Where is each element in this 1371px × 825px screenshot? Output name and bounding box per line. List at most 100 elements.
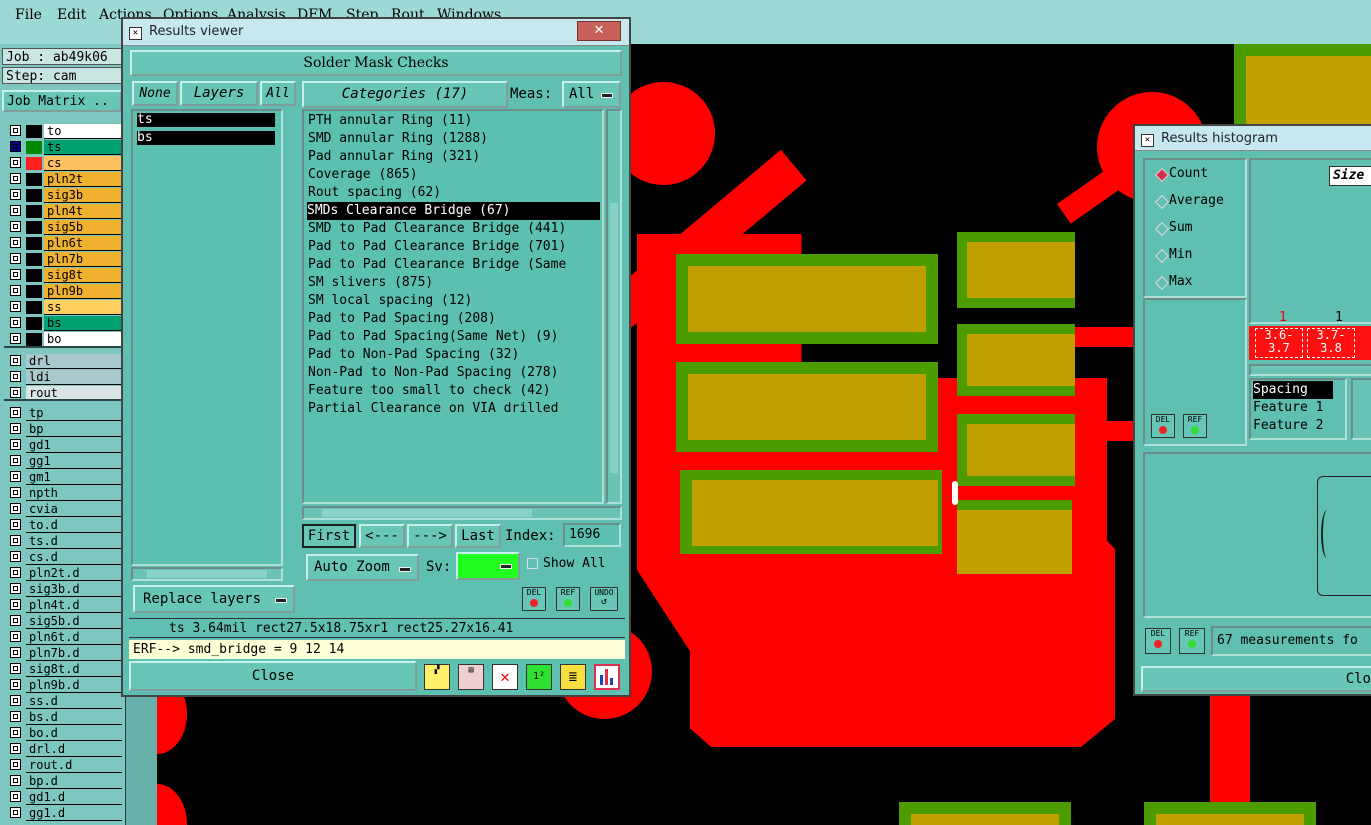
- layer-name[interactable]: ts.d: [26, 534, 122, 549]
- layer-name[interactable]: cs: [44, 156, 122, 171]
- layer-checkbox[interactable]: [10, 743, 21, 754]
- layer-row[interactable]: bp: [6, 422, 122, 437]
- layer-name[interactable]: rout.d: [26, 758, 122, 773]
- first-button[interactable]: First: [302, 524, 356, 548]
- notes-icon[interactable]: ≣: [560, 664, 586, 690]
- layer-checkbox[interactable]: [10, 269, 21, 280]
- erf-off-icon[interactable]: ✕: [492, 664, 518, 690]
- layer-checkbox[interactable]: [10, 647, 21, 658]
- layer-checkbox[interactable]: [10, 333, 21, 344]
- layer-checkbox[interactable]: [10, 471, 21, 482]
- layer-name[interactable]: bp.d: [26, 774, 122, 789]
- layer-name[interactable]: to: [44, 124, 122, 139]
- layer-name[interactable]: pln4t.d: [26, 598, 122, 613]
- layer-row[interactable]: pln6t: [6, 236, 122, 251]
- layer-row[interactable]: sig5b.d: [6, 614, 122, 629]
- layer-list-item[interactable]: bs: [137, 131, 275, 145]
- layer-checkbox[interactable]: [10, 775, 21, 786]
- category-list[interactable]: PTH annular Ring (11) SMD annular Ring (1…: [302, 109, 604, 504]
- bin-label[interactable]: 3.7- 3.8: [1307, 328, 1355, 358]
- scroll-thumb[interactable]: [147, 570, 267, 578]
- layer-checkbox[interactable]: [10, 189, 21, 200]
- layer-name[interactable]: to.d: [26, 518, 122, 533]
- category-item[interactable]: SM slivers (875): [308, 274, 433, 292]
- category-item[interactable]: Pad to Pad Clearance Bridge (Same: [308, 256, 566, 274]
- delete-button[interactable]: DEL: [522, 587, 546, 611]
- layer-row[interactable]: gd1: [6, 438, 122, 453]
- layer-row[interactable]: bs.d: [6, 710, 122, 725]
- check-set-header[interactable]: Solder Mask Checks: [130, 50, 622, 76]
- layer-checkbox[interactable]: [10, 423, 21, 434]
- histogram-bins[interactable]: 3.6- 3.7 3.7- 3.8: [1249, 326, 1371, 360]
- layer-name[interactable]: pln2t: [44, 172, 122, 187]
- layer-name[interactable]: sig3b.d: [26, 582, 122, 597]
- layer-color-swatch[interactable]: [26, 301, 42, 314]
- layer-color-swatch[interactable]: [26, 125, 42, 138]
- category-item[interactable]: Coverage (865): [308, 166, 418, 184]
- layer-row[interactable]: sig5b: [6, 220, 122, 235]
- layer-checkbox[interactable]: [10, 205, 21, 216]
- layer-checkbox[interactable]: [10, 301, 21, 312]
- layer-name[interactable]: bs: [44, 316, 122, 331]
- layer-name[interactable]: sig5b.d: [26, 614, 122, 629]
- all-button[interactable]: All: [260, 81, 296, 106]
- last-button[interactable]: Last: [455, 524, 501, 548]
- layer-checkbox[interactable]: [10, 519, 21, 530]
- layer-checkbox[interactable]: [10, 173, 21, 184]
- layer-checkbox[interactable]: [10, 711, 21, 722]
- job-matrix-button[interactable]: Job Matrix ..: [2, 90, 122, 112]
- layer-checkbox[interactable]: [10, 695, 21, 706]
- refresh-button[interactable]: REF: [1179, 628, 1205, 654]
- layer-name[interactable]: bo.d: [26, 726, 122, 741]
- menu-edit[interactable]: Edit: [57, 7, 86, 23]
- scroll-thumb[interactable]: [610, 203, 618, 473]
- layer-row[interactable]: cvia: [6, 502, 122, 517]
- layer-row[interactable]: sig3b.d: [6, 582, 122, 597]
- layer-row[interactable]: pln9b.d: [6, 678, 122, 693]
- category-item[interactable]: SMDs Clearance Bridge (67): [307, 202, 600, 220]
- category-item[interactable]: SMD annular Ring (1288): [308, 130, 488, 148]
- category-item[interactable]: Pad to Pad Clearance Bridge (701): [308, 238, 566, 256]
- layers-button[interactable]: Layers: [180, 81, 258, 106]
- layer-name[interactable]: gg1: [26, 454, 122, 469]
- prev-button[interactable]: <---: [359, 524, 405, 548]
- category-list-vscrollbar[interactable]: [606, 109, 622, 504]
- layer-row[interactable]: bs: [6, 316, 122, 331]
- next-button[interactable]: --->: [407, 524, 453, 548]
- layer-name[interactable]: pln9b.d: [26, 678, 122, 693]
- categories-button[interactable]: Categories (17): [302, 81, 508, 108]
- scroll-thumb[interactable]: [322, 509, 532, 517]
- bin-label[interactable]: 3.6- 3.7: [1255, 328, 1303, 358]
- field-list[interactable]: Spacing Feature 1 Feature 2: [1249, 378, 1347, 440]
- layer-checkbox[interactable]: [10, 791, 21, 802]
- layer-checkbox[interactable]: [10, 439, 21, 450]
- layer-checkbox[interactable]: [10, 125, 21, 136]
- layer-list-item[interactable]: ts: [137, 113, 275, 127]
- layer-row[interactable]: ts: [6, 140, 122, 155]
- layer-checkbox[interactable]: [10, 407, 21, 418]
- layer-name[interactable]: gg1.d: [26, 806, 122, 821]
- layer-checkbox[interactable]: [10, 599, 21, 610]
- layer-name[interactable]: drl.d: [26, 742, 122, 757]
- layer-checkbox[interactable]: [10, 503, 21, 514]
- field-list-vscrollbar[interactable]: [1351, 378, 1371, 440]
- layer-color-swatch[interactable]: [26, 333, 42, 346]
- layer-name[interactable]: cs.d: [26, 550, 122, 565]
- layer-name[interactable]: pln7b: [44, 252, 122, 267]
- index-input[interactable]: 1696: [563, 523, 621, 547]
- close-button[interactable]: Clo: [1141, 666, 1371, 692]
- layer-name[interactable]: bp: [26, 422, 122, 437]
- layer-checkbox[interactable]: [10, 727, 21, 738]
- layer-color-swatch[interactable]: [26, 285, 42, 298]
- layer-color-swatch[interactable]: [26, 237, 42, 250]
- layer-color-swatch[interactable]: [26, 205, 42, 218]
- layer-name[interactable]: pln7b.d: [26, 646, 122, 661]
- layer-name[interactable]: pln6t: [44, 236, 122, 251]
- layer-name[interactable]: sig5b: [44, 220, 122, 235]
- undo-button[interactable]: UNDO ↺: [590, 587, 618, 611]
- layer-row[interactable]: pln2t: [6, 172, 122, 187]
- layer-checkbox[interactable]: [10, 615, 21, 626]
- layer-checkbox[interactable]: [10, 535, 21, 546]
- layer-row[interactable]: ldi: [6, 370, 122, 385]
- layer-row[interactable]: cs: [6, 156, 122, 171]
